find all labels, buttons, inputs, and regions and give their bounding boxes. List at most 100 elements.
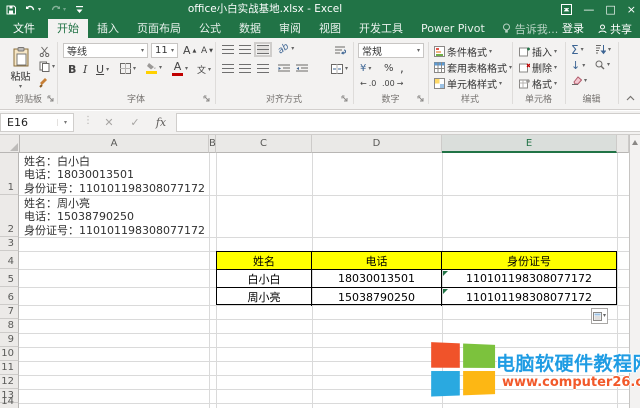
maximize-button[interactable]: □ [605,3,615,16]
column-header-f-partial[interactable] [617,135,629,153]
tab-view[interactable]: 视图 [310,19,350,38]
cell-a2[interactable]: 姓名：周小亮 电话：15038790250 身份证号：1101011983080… [24,195,209,237]
select-all-corner[interactable] [0,135,20,153]
alignment-dialog-launcher-icon[interactable] [341,95,348,102]
format-cells-button[interactable]: 格式▾ [519,76,557,91]
share-button[interactable]: 共享 [598,19,632,38]
align-center-button[interactable] [239,64,251,73]
close-button[interactable]: × [627,3,636,16]
align-left-button[interactable] [222,64,234,73]
column-header-b[interactable]: B [209,135,216,153]
align-top-button[interactable] [222,45,234,54]
row-header-12[interactable]: 12 [0,375,19,389]
borders-button[interactable]: ▾ [120,63,136,74]
cut-button[interactable] [39,46,50,57]
name-box[interactable]: E16 ▾ [0,113,74,132]
increase-indent-button[interactable] [296,64,308,73]
font-name-combo[interactable]: 等线▾ [63,43,148,58]
delete-cells-button[interactable]: 删除▾ [519,60,557,75]
grow-font-button[interactable]: A▲ [183,44,196,57]
merge-center-button[interactable]: ▾ [331,64,348,74]
tab-formulas[interactable]: 公式 [190,19,230,38]
name-box-caret-icon[interactable]: ▾ [57,119,73,126]
tab-insert[interactable]: 插入 [88,19,128,38]
clipboard-dialog-launcher-icon[interactable] [47,95,54,102]
save-icon[interactable] [6,5,16,15]
formula-bar-splitter[interactable]: ⋮ [83,115,93,126]
table-header-phone[interactable]: 电话 [312,252,442,270]
row-header-10[interactable]: 10 [0,347,19,361]
row-header-6[interactable]: 6 [0,287,19,305]
redo-button[interactable]: ▾ [50,5,66,15]
row-header-2[interactable]: 2 [0,195,19,237]
row-header-4[interactable]: 4 [0,251,19,269]
column-header-c[interactable]: C [216,135,312,153]
phonetic-guide-button[interactable]: 文▾ [197,63,211,76]
insert-cells-button[interactable]: 插入▾ [519,44,557,59]
insert-function-icon[interactable]: fx [152,113,170,132]
sign-in-button[interactable]: 登录 [562,19,584,38]
tab-power-pivot[interactable]: Power Pivot [412,19,494,38]
formula-input[interactable] [176,113,640,132]
italic-button[interactable]: I [83,63,87,76]
tab-review[interactable]: 审阅 [270,19,310,38]
paste-options-button[interactable]: ▾ [591,308,608,324]
font-size-combo[interactable]: 11▾ [151,43,178,58]
format-painter-button[interactable] [39,77,50,88]
bold-button[interactable]: B [68,63,76,76]
comma-style-button[interactable]: , [400,61,404,75]
row-header-1[interactable]: 1 [0,153,19,195]
align-bottom-button[interactable] [257,45,269,54]
ribbon-display-options-icon[interactable] [561,4,572,15]
tab-page-layout[interactable]: 页面布局 [128,19,190,38]
decrease-indent-button[interactable] [278,64,290,73]
shrink-font-button[interactable]: A▼ [201,46,213,56]
cell-d6[interactable]: 15038790250 [312,288,442,306]
find-select-button[interactable]: ▾ [595,60,610,70]
scroll-up-arrow-icon[interactable] [632,140,638,145]
paste-button[interactable]: 粘贴 ▾ [5,42,36,95]
customize-qat-button[interactable] [75,5,84,14]
autosum-button[interactable]: Σ▾ [571,44,584,56]
cell-c6[interactable]: 周小亮 [217,288,312,306]
align-middle-button[interactable] [239,45,251,54]
row-header-3[interactable]: 3 [0,237,19,251]
cell-e5[interactable]: 110101198308077172 [442,270,616,288]
percent-style-button[interactable]: % [384,63,394,74]
orientation-button[interactable]: ab▾ [278,44,294,54]
row-header-14-partial[interactable]: 14 [0,403,19,408]
align-right-button[interactable] [257,64,269,73]
minimize-button[interactable]: — [583,3,594,16]
tell-me-box[interactable]: 告诉我... [502,19,559,38]
tab-data[interactable]: 数据 [230,19,270,38]
font-dialog-launcher-icon[interactable] [203,95,210,102]
wrap-text-button[interactable] [334,45,346,55]
column-header-a[interactable]: A [20,135,209,153]
row-header-5[interactable]: 5 [0,269,19,287]
cell-a1[interactable]: 姓名：白小白 电话：18030013501 身份证号：1101011983080… [24,153,209,195]
accounting-format-button[interactable]: ¥▾ [360,63,371,74]
row-header-11[interactable]: 11 [0,361,19,375]
collapse-ribbon-button[interactable] [626,95,635,102]
increase-decimal-button[interactable]: ←.0 [360,79,376,88]
tab-home[interactable]: 开始 [48,19,88,38]
number-dialog-launcher-icon[interactable] [417,95,424,102]
tab-file[interactable]: 文件 [0,19,48,38]
row-header-8[interactable]: 8 [0,319,19,333]
table-header-name[interactable]: 姓名 [217,252,312,270]
cell-e6[interactable]: 110101198308077172 [442,288,616,306]
clear-button[interactable]: ▾ [571,76,587,85]
column-header-d[interactable]: D [312,135,442,153]
sort-filter-button[interactable]: ▾ [595,44,611,55]
column-header-e[interactable]: E [442,135,617,153]
conditional-formatting-button[interactable]: 条件格式▾ [434,44,492,59]
font-color-button[interactable]: A ▾ [172,62,188,76]
tab-developer[interactable]: 开发工具 [350,19,412,38]
fill-button[interactable]: ↓▾ [571,60,585,71]
cancel-entry-icon[interactable]: ✕ [100,113,118,132]
number-format-combo[interactable]: 常规▾ [358,43,424,58]
fill-color-button[interactable]: ▾ [146,62,162,74]
cell-d5[interactable]: 18030013501 [312,270,442,288]
underline-button[interactable]: U▾ [96,63,109,76]
decrease-decimal-button[interactable]: .00→ [382,79,403,88]
